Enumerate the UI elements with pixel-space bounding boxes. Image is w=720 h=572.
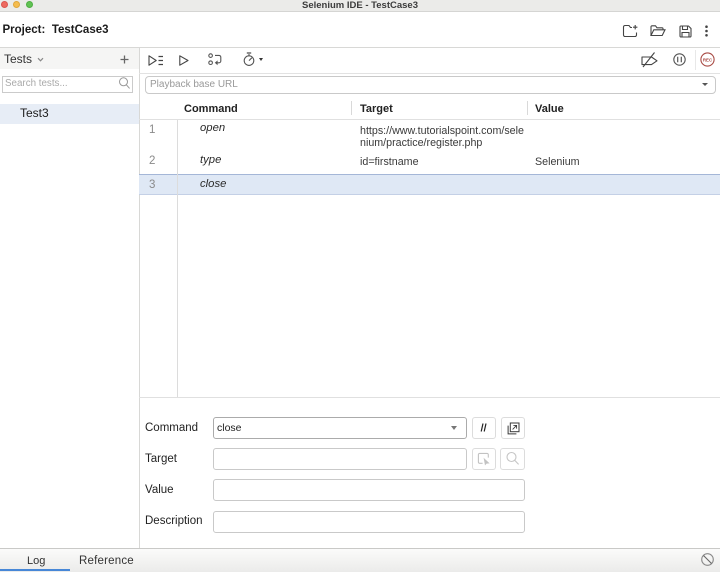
- svg-text:REC: REC: [703, 57, 713, 62]
